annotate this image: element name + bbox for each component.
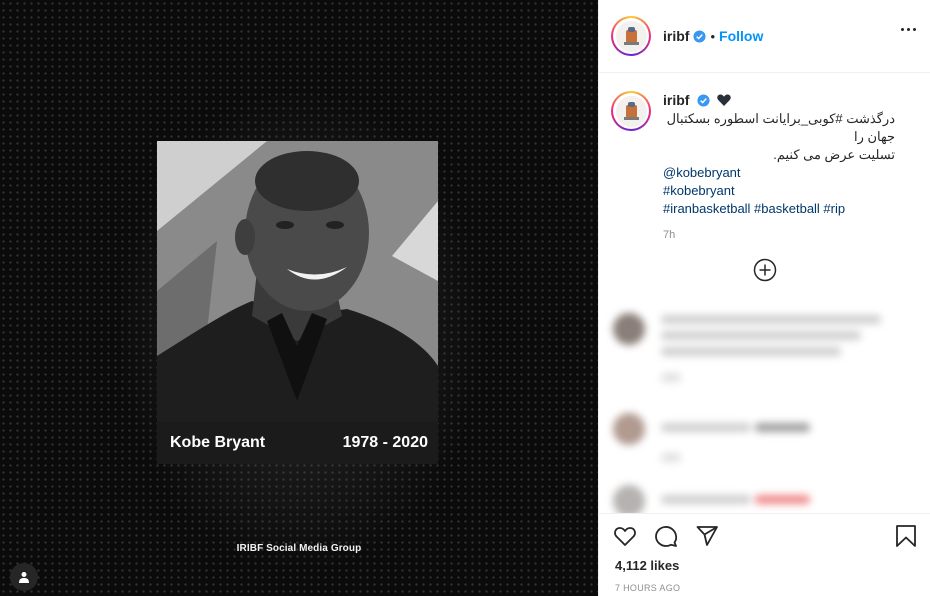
blurred-comment — [613, 413, 913, 463]
blurred-comment — [613, 485, 913, 513]
post-header: iribf • Follow — [599, 0, 930, 73]
share-icon[interactable] — [695, 524, 719, 548]
like-count[interactable]: 4,112 likes — [615, 558, 679, 573]
post-actions: 4,112 likes 7 HOURS AGO — [599, 513, 930, 596]
caption-comment: iribf درگذشت #کوبی_برایانت اسطوره بسکتبا… — [611, 91, 923, 244]
caption-avatar[interactable] — [611, 91, 651, 131]
user-tag-icon — [19, 572, 29, 583]
hashtags-links[interactable]: #iranbasketball #basketball #rip — [663, 200, 923, 218]
years-text: 1978 - 2020 — [342, 434, 428, 451]
blurred-comment — [613, 313, 913, 383]
comment-icon[interactable] — [654, 524, 678, 548]
hashtag-link[interactable]: #kobebryant — [663, 182, 923, 200]
profile-avatar[interactable] — [611, 16, 651, 56]
post-timestamp: 7 HOURS AGO — [615, 583, 681, 593]
verified-icon — [697, 94, 710, 107]
verified-icon — [693, 29, 706, 43]
name-text: Kobe Bryant — [170, 434, 266, 451]
save-bookmark-icon[interactable] — [895, 524, 917, 548]
caption-username[interactable]: iribf — [663, 92, 689, 108]
caption-text: iribf درگذشت #کوبی_برایانت اسطوره بسکتبا… — [663, 91, 923, 244]
caption-line-1: درگذشت #کوبی_برایانت اسطوره بسکتبال جهان… — [666, 111, 895, 144]
post-side-panel: iribf • Follow iribf درگذشت #کوبی_برایان… — [598, 0, 930, 596]
load-more-comments-icon[interactable] — [753, 258, 777, 282]
more-options-icon[interactable] — [901, 28, 916, 31]
user-tag-button[interactable] — [10, 563, 38, 591]
mention-link[interactable]: @kobebryant — [663, 164, 923, 182]
watermark-text: IRIBF Social Media Group — [236, 543, 362, 554]
post-media[interactable]: Kobe Bryant 1978 - 2020 IRIBF Social Med… — [0, 0, 598, 596]
separator-dot: • — [710, 28, 716, 44]
portrait-photo — [157, 141, 438, 422]
follow-button[interactable]: Follow — [719, 28, 763, 44]
header-username[interactable]: iribf — [663, 28, 689, 44]
memorial-card: Kobe Bryant 1978 - 2020 — [157, 141, 438, 464]
black-heart-icon — [717, 94, 731, 106]
memorial-caption-bar: Kobe Bryant 1978 - 2020 — [157, 422, 438, 464]
like-heart-icon[interactable] — [613, 524, 637, 548]
caption-line-2: تسلیت عرض می کنیم. — [773, 147, 895, 162]
avatar-image — [615, 20, 647, 52]
caption-time: 7h — [663, 229, 676, 241]
comments-section: iribf درگذشت #کوبی_برایانت اسطوره بسکتبا… — [599, 73, 930, 513]
